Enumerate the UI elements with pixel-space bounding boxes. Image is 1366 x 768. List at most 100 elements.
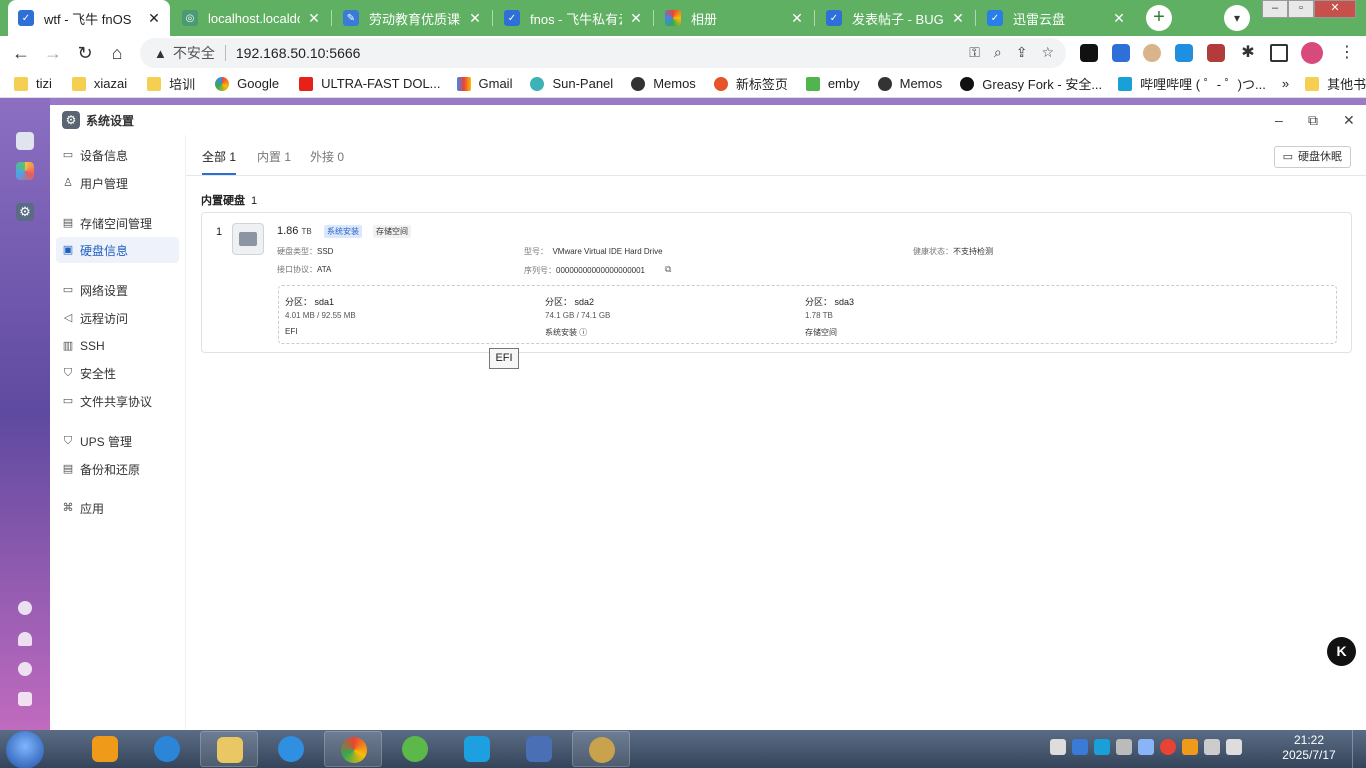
warning-icon[interactable]: ▲: [154, 46, 167, 61]
close-button[interactable]: ✕: [1343, 112, 1355, 129]
reload-icon[interactable]: ↻: [72, 40, 98, 66]
settings-gear-icon[interactable]: ⚙: [16, 203, 34, 221]
taskbar-app[interactable]: [386, 731, 444, 767]
taskbar-app[interactable]: [200, 731, 258, 767]
maximize-icon[interactable]: ▫: [1288, 0, 1314, 18]
profile-avatar[interactable]: [1301, 42, 1323, 64]
network-tray-icon[interactable]: [1226, 739, 1242, 755]
sidebar-item-backup[interactable]: ▤ 备份和还原: [56, 456, 179, 482]
sidebar-item-security[interactable]: ⛉ 安全性: [56, 360, 179, 386]
taskbar-app[interactable]: [324, 731, 382, 767]
star-icon[interactable]: ☆: [1041, 44, 1054, 61]
bell-icon[interactable]: [18, 632, 32, 646]
forward-icon[interactable]: →: [40, 40, 66, 66]
volume-icon[interactable]: [1116, 739, 1132, 755]
maximize-button[interactable]: ⧉: [1308, 112, 1318, 129]
taskbar-app[interactable]: [510, 731, 568, 767]
bookmark-item[interactable]: Memos: [631, 76, 696, 91]
minimize-button[interactable]: –: [1275, 112, 1283, 128]
sidebar-item-storage[interactable]: ▤ 存储空间管理: [56, 210, 179, 236]
sidebar-item-file-sharing[interactable]: ▭ 文件共享协议: [56, 388, 179, 414]
extension-icon[interactable]: [1112, 44, 1130, 62]
bookmark-item[interactable]: 培训: [147, 74, 195, 93]
browser-tab[interactable]: ✎ 劳动教育优质课评 ✕: [333, 2, 491, 34]
url-text[interactable]: 192.168.50.10:5666: [236, 45, 361, 61]
browser-tab[interactable]: ✓ fnos - 飞牛私有云 ✕: [494, 2, 652, 34]
minimize-icon[interactable]: –: [1262, 0, 1288, 18]
tab-all[interactable]: 全部 1: [202, 148, 236, 165]
floating-assistant-icon[interactable]: K: [1327, 637, 1356, 666]
key-icon[interactable]: ⚿: [969, 44, 980, 61]
bookmark-item[interactable]: ULTRA-FAST DOL...: [299, 76, 441, 91]
sidebar-item-apps[interactable]: ⌘ 应用: [56, 495, 179, 521]
extensions-puzzle-icon[interactable]: ✱: [1239, 44, 1257, 62]
bookmark-item[interactable]: Google: [215, 76, 279, 91]
tray-icon[interactable]: [1204, 739, 1220, 755]
bookmarks-overflow[interactable]: »: [1282, 76, 1289, 91]
tab-search-button[interactable]: ▾: [1224, 5, 1250, 31]
tray-icon[interactable]: [1050, 739, 1066, 755]
browser-tab[interactable]: ◎ localhost.localdo ✕: [172, 2, 330, 34]
other-bookmarks[interactable]: 其他书签: [1305, 74, 1366, 93]
close-tab-icon[interactable]: ✕: [950, 10, 966, 27]
sidebar-item-ups[interactable]: ⛉ UPS 管理: [56, 428, 179, 454]
taskbar-app[interactable]: [262, 731, 320, 767]
close-tab-icon[interactable]: ✕: [146, 10, 162, 27]
app-center-icon[interactable]: [16, 162, 34, 180]
tray-icon[interactable]: [1138, 739, 1154, 755]
disk-sleep-button[interactable]: ▭ 硬盘休眠: [1273, 146, 1351, 168]
user-icon[interactable]: [18, 662, 32, 676]
extension-icon[interactable]: [1207, 44, 1225, 62]
close-tab-icon[interactable]: ✕: [789, 10, 805, 27]
home-icon[interactable]: ⌂: [104, 40, 130, 66]
chrome-tray-icon[interactable]: [1160, 739, 1176, 755]
start-button[interactable]: [6, 731, 44, 768]
sidebar-item-remote[interactable]: ◁ 远程访问: [56, 305, 179, 331]
bookmark-item[interactable]: Greasy Fork - 安全...: [960, 74, 1102, 93]
disk-card[interactable]: 1 1.86 TB 系统安装 存储空间 硬盘类型：SSD 接口协议：ATA 型号…: [201, 212, 1352, 353]
taskbar-app[interactable]: [572, 731, 630, 767]
tab-internal[interactable]: 内置 1: [257, 148, 291, 165]
share-icon[interactable]: ⇪: [1016, 44, 1028, 61]
bookmark-item[interactable]: emby: [805, 76, 860, 91]
monitor-icon[interactable]: [16, 132, 34, 150]
window-titlebar[interactable]: ⚙ 系统设置 – ⧉ ✕: [50, 105, 1366, 135]
back-icon[interactable]: ←: [8, 40, 34, 66]
extension-icon[interactable]: [1080, 44, 1098, 62]
sidebar-item-network[interactable]: ▭ 网络设置: [56, 277, 179, 303]
bookmark-item[interactable]: Gmail: [456, 76, 512, 91]
status-icon[interactable]: [18, 601, 32, 615]
partition-usage[interactable]: EFI: [285, 327, 297, 336]
new-tab-button[interactable]: +: [1146, 5, 1172, 31]
sidebar-item-disk-info[interactable]: ▣ 硬盘信息: [56, 237, 179, 263]
sidepanel-icon[interactable]: [1270, 44, 1288, 62]
more-menu-icon[interactable]: ⋮: [1334, 40, 1360, 66]
sidebar-item-users[interactable]: ♙ 用户管理: [56, 170, 179, 196]
close-window-icon[interactable]: ✕: [1314, 0, 1356, 18]
tray-icon[interactable]: [1072, 739, 1088, 755]
bookmark-item[interactable]: Memos: [877, 76, 942, 91]
taskbar-app[interactable]: [138, 731, 196, 767]
bookmark-item[interactable]: Sun-Panel: [530, 76, 613, 91]
zoom-icon[interactable]: ⌕: [994, 44, 1002, 61]
bookmark-item[interactable]: xiazai: [71, 76, 127, 91]
browser-tab[interactable]: 相册 ✕: [655, 2, 813, 34]
bookmark-item[interactable]: tizi: [14, 76, 52, 91]
gear-icon[interactable]: [18, 692, 32, 706]
close-tab-icon[interactable]: ✕: [306, 10, 322, 27]
close-tab-icon[interactable]: ✕: [467, 10, 483, 27]
close-tab-icon[interactable]: ✕: [1111, 10, 1127, 27]
browser-tab[interactable]: ✓ 迅雷云盘 ✕: [977, 2, 1135, 34]
copy-icon[interactable]: ⧉: [665, 264, 671, 275]
tab-external[interactable]: 外接 0: [310, 148, 344, 165]
taskbar-app[interactable]: [76, 731, 134, 767]
sidebar-item-device-info[interactable]: ▭ 设备信息: [56, 142, 179, 168]
address-bar[interactable]: ▲ 不安全 192.168.50.10:5666 ⚿ ⌕ ⇪ ☆: [140, 38, 1066, 68]
extension-icon[interactable]: [1143, 44, 1161, 62]
browser-tab[interactable]: ✓ wtf - 飞牛 fnOS ✕: [8, 0, 170, 36]
taskbar-clock[interactable]: 21:22 2025/7/17: [1278, 733, 1340, 763]
show-desktop-button[interactable]: [1352, 730, 1366, 768]
tray-icon[interactable]: [1182, 739, 1198, 755]
security-label[interactable]: 不安全: [173, 43, 215, 63]
bookmark-item[interactable]: 哔哩哔哩 ( ゜- ゜)つ...: [1118, 74, 1266, 93]
